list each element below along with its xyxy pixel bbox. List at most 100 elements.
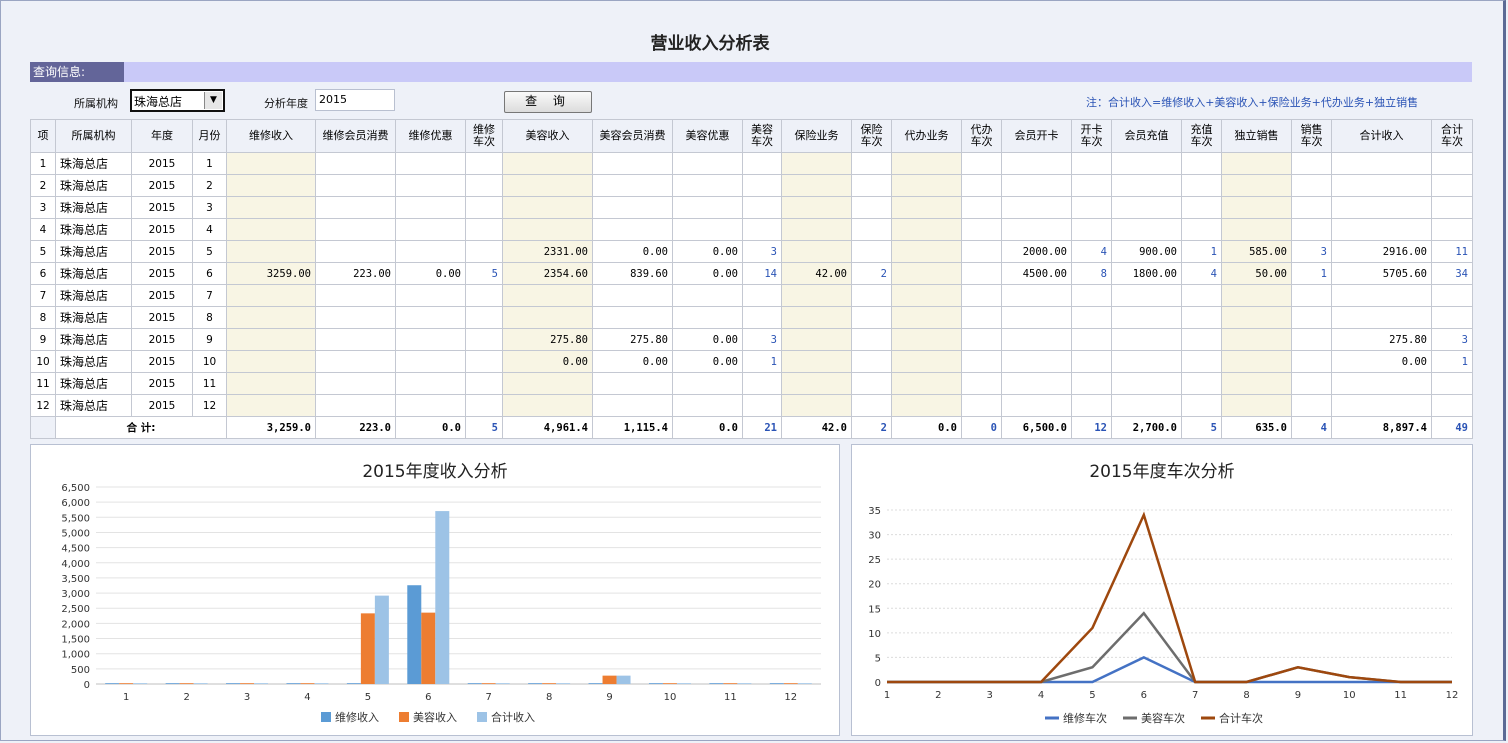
bar [193, 683, 208, 684]
table-cell [781, 284, 852, 307]
table-cell [1331, 174, 1432, 197]
table-cell: 2015 [131, 284, 193, 307]
total-cell: 5 [1181, 416, 1222, 439]
total-cell: 5 [465, 416, 503, 439]
table-cell [395, 284, 466, 307]
table-cell: 3 [1431, 328, 1473, 351]
table-row[interactable]: 1 珠海总店 2015 1 [30, 152, 1473, 175]
total-cell: 21 [742, 416, 782, 439]
table-row[interactable]: 2 珠海总店 2015 2 [30, 174, 1473, 197]
x-tick-label: 10 [1343, 690, 1356, 701]
legend-label: 维修车次 [1063, 711, 1107, 725]
table-cell [781, 306, 852, 329]
table-cell [592, 196, 673, 219]
table-row[interactable]: 9 珠海总店 2015 9 275.80 275.80 0.00 3 275.80 3 [30, 328, 1473, 351]
visits-chart-title: 2015年度车次分析 [1089, 462, 1235, 482]
y-tick-label: 1,000 [61, 650, 90, 661]
table-cell [315, 152, 396, 175]
table-cell [1071, 218, 1112, 241]
table-cell [891, 174, 962, 197]
table-cell [1071, 152, 1112, 175]
table-cell [961, 262, 1002, 285]
y-tick-label: 6,000 [61, 498, 90, 509]
table-cell [742, 372, 782, 395]
table-row[interactable]: 3 珠海总店 2015 3 [30, 196, 1473, 219]
table-row[interactable]: 6 珠海总店 2015 6 3259.00 223.00 0.00 5 2354.60 839.6… [30, 262, 1473, 285]
table-cell [1001, 350, 1072, 373]
table-cell: 3 [742, 240, 782, 263]
table-row[interactable]: 7 珠海总店 2015 7 [30, 284, 1473, 307]
table-cell [1221, 218, 1292, 241]
table-cell: 珠海总店 [55, 328, 132, 351]
column-header: 保险业务 [781, 119, 852, 153]
table-row[interactable]: 10 珠海总店 2015 10 0.00 0.00 0.00 1 0.00 1 [30, 350, 1473, 373]
table-cell [742, 394, 782, 417]
column-header: 美容会员消费 [592, 119, 673, 153]
table-cell: 珠海总店 [55, 218, 132, 241]
table-row[interactable]: 4 珠海总店 2015 4 [30, 218, 1473, 241]
table-cell [1071, 328, 1112, 351]
table-row[interactable]: 5 珠海总店 2015 5 2331.00 0.00 0.00 3 2000.00 4 900.00… [30, 240, 1473, 263]
bar [314, 683, 329, 684]
table-cell [891, 306, 962, 329]
year-input[interactable]: 2015 [315, 89, 395, 111]
table-cell: 2015 [131, 350, 193, 373]
table-cell [465, 196, 503, 219]
bar [616, 675, 631, 684]
table-cell [851, 350, 892, 373]
total-cell: 8,897.4 [1331, 416, 1432, 439]
table-cell: 12 [30, 394, 56, 417]
org-select[interactable]: 珠海总店 ▼ [130, 89, 225, 112]
x-tick-label: 6 [1141, 690, 1147, 701]
legend-swatch [477, 712, 487, 722]
table-cell: 4500.00 [1001, 262, 1072, 285]
table-cell [226, 306, 316, 329]
query-button[interactable]: 查 询 [504, 91, 592, 113]
table-cell: 2015 [131, 218, 193, 241]
table-cell: 3 [192, 196, 227, 219]
table-row[interactable]: 12 珠海总店 2015 12 [30, 394, 1473, 417]
bar [300, 683, 315, 684]
table-cell [1291, 372, 1332, 395]
table-cell [851, 218, 892, 241]
table-cell [1001, 152, 1072, 175]
table-cell: 0.00 [395, 262, 466, 285]
table-cell: 1 [1431, 350, 1473, 373]
table-cell [1431, 284, 1473, 307]
table-cell: 11 [192, 372, 227, 395]
y-tick-label: 3,000 [61, 589, 90, 600]
total-label: 合 计: [55, 416, 227, 439]
x-tick-label: 7 [486, 692, 492, 703]
chevron-down-icon[interactable]: ▼ [204, 92, 222, 109]
table-cell [742, 306, 782, 329]
table-cell: 2000.00 [1001, 240, 1072, 263]
table-row[interactable]: 11 珠海总店 2015 11 [30, 372, 1473, 395]
year-label: 分析年度 [264, 97, 308, 110]
total-cell: 4 [1291, 416, 1332, 439]
bar [421, 612, 436, 684]
table-cell [672, 152, 743, 175]
table-row[interactable]: 8 珠海总店 2015 8 [30, 306, 1473, 329]
bar [435, 511, 450, 684]
bar [709, 683, 724, 684]
table-cell [1001, 372, 1072, 395]
y-tick-label: 10 [868, 629, 881, 640]
table-cell: 4 [1071, 240, 1112, 263]
table-cell [1431, 174, 1473, 197]
table-cell: 0.00 [672, 328, 743, 351]
table-cell [672, 394, 743, 417]
table-cell [1221, 372, 1292, 395]
table-cell [465, 306, 503, 329]
table-cell [742, 174, 782, 197]
table-cell: 0.00 [592, 240, 673, 263]
table-cell: 7 [30, 284, 56, 307]
bar [769, 683, 784, 684]
visits-chart-panel: 2015年度车次分析 0 5 10 15 20 25 30 35 1 2 3 4 5 6 7 8 9 10 11 12… [851, 444, 1473, 736]
column-header: 代办业务 [891, 119, 962, 153]
legend-label: 合计收入 [491, 710, 535, 724]
table-cell [742, 152, 782, 175]
bar [346, 683, 361, 684]
bar [542, 683, 557, 684]
bar [179, 683, 194, 684]
table-cell [781, 394, 852, 417]
